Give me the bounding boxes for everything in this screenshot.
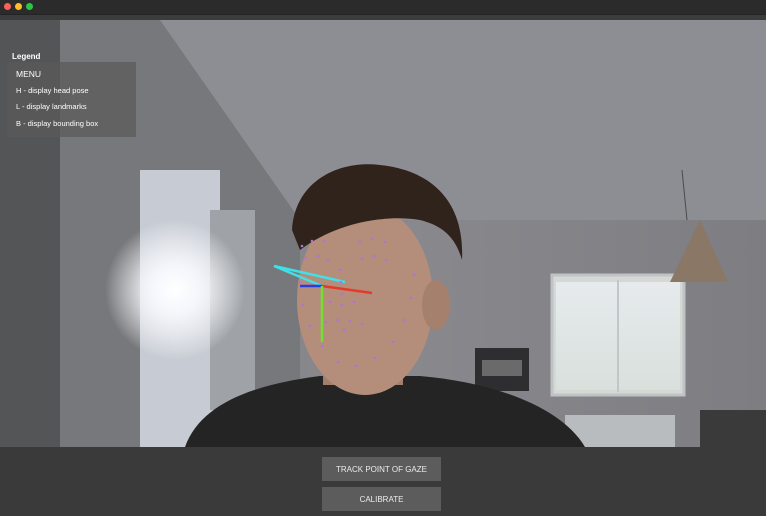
minimize-window-button[interactable] [15,3,22,10]
maximize-window-button[interactable] [26,3,33,10]
legend-panel: MENU H - display head pose L - display l… [7,62,136,137]
legend-item-head-pose: H - display head pose [16,86,89,95]
close-window-button[interactable] [4,3,11,10]
legend-title: Legend [12,52,41,61]
legend-menu-label: MENU [16,69,42,79]
window-titlebar [0,0,766,15]
legend-item-landmarks: L - display landmarks [16,102,87,111]
track-point-of-gaze-button[interactable]: TRACK POINT OF GAZE [322,457,441,481]
legend-item-bounding-box: B - display bounding box [16,119,99,128]
window-light [105,220,245,360]
calibrate-button[interactable]: CALIBRATE [322,487,441,511]
